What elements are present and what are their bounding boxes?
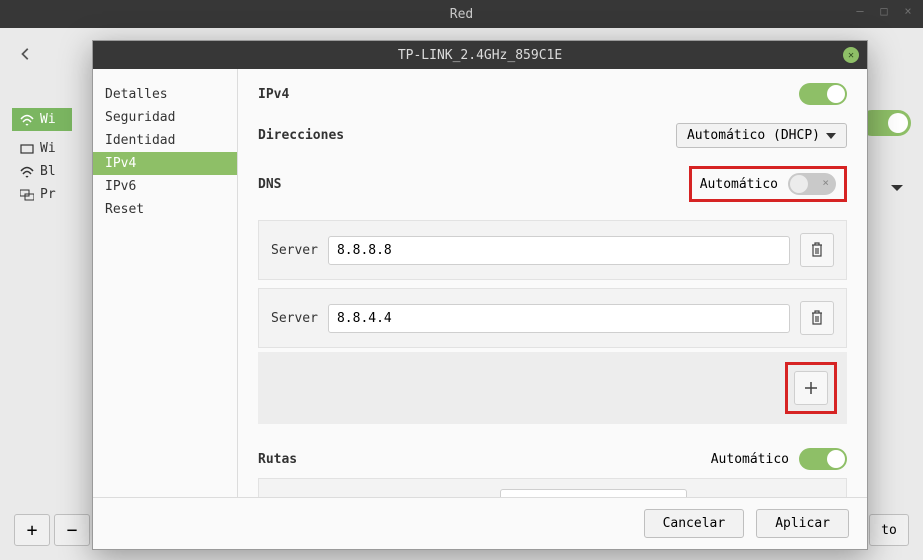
- dns-server-input[interactable]: [328, 236, 790, 265]
- sidebar-item-wifi-active[interactable]: Wi: [12, 108, 72, 131]
- server-label: Server: [271, 243, 318, 258]
- window-buttons: – □ ×: [853, 4, 915, 18]
- parent-title: Red: [450, 7, 473, 22]
- addresses-dropdown[interactable]: Automático (DHCP): [676, 123, 847, 148]
- ipv4-heading: IPv4: [258, 87, 289, 102]
- add-server-button[interactable]: [794, 371, 828, 405]
- dns-auto-toggle[interactable]: ×: [788, 173, 836, 195]
- sidebar-label: Bl: [40, 164, 56, 179]
- routes-input-row: Address: [258, 478, 847, 497]
- dns-server-input[interactable]: [328, 304, 790, 333]
- sidebar-item[interactable]: Bl: [12, 160, 72, 183]
- dialog-footer: Cancelar Aplicar: [93, 497, 867, 549]
- server-label: Server: [271, 311, 318, 326]
- cancel-button[interactable]: Cancelar: [644, 509, 745, 538]
- tab-ipv4[interactable]: IPv4: [93, 152, 237, 175]
- rutas-auto-toggle[interactable]: [799, 448, 847, 470]
- plus-icon: [804, 381, 818, 395]
- add-server-row: [258, 352, 847, 424]
- bottom-toolbar: + −: [14, 514, 90, 546]
- maximize-icon[interactable]: □: [877, 4, 891, 18]
- proxy-icon: [20, 189, 34, 201]
- close-icon[interactable]: ✕: [843, 47, 859, 63]
- tab-identity[interactable]: Identidad: [93, 129, 237, 152]
- delete-server-button[interactable]: [800, 233, 834, 267]
- device-icon: [20, 143, 34, 155]
- chevron-down-icon: [826, 132, 836, 140]
- dns-auto-label: Automático: [700, 177, 778, 192]
- dialog-body: Detalles Seguridad Identidad IPv4 IPv6 R…: [93, 69, 867, 497]
- tab-security[interactable]: Seguridad: [93, 106, 237, 129]
- sidebar-item[interactable]: Pr: [12, 183, 72, 206]
- dns-server-row: Server: [258, 220, 847, 280]
- wifi-icon: [20, 114, 34, 126]
- close-icon[interactable]: ×: [901, 4, 915, 18]
- remove-button[interactable]: −: [54, 514, 90, 546]
- direcciones-label: Direcciones: [258, 128, 344, 143]
- add-button[interactable]: +: [14, 514, 50, 546]
- ipv4-toggle[interactable]: [799, 83, 847, 105]
- rutas-label: Rutas: [258, 452, 297, 467]
- tab-ipv6[interactable]: IPv6: [93, 175, 237, 198]
- sidebar-label: Wi: [40, 141, 56, 156]
- add-highlight: [785, 362, 837, 414]
- connection-dialog: TP-LINK_2.4GHz_859C1E ✕ Detalles Segurid…: [92, 40, 868, 550]
- delete-server-button[interactable]: [800, 301, 834, 335]
- dialog-content: IPv4 Direcciones Automático (DHCP) DNS A…: [238, 69, 867, 497]
- dialog-titlebar: TP-LINK_2.4GHz_859C1E ✕: [93, 41, 867, 69]
- address-label: Address: [436, 496, 491, 497]
- parent-titlebar: Red – □ ×: [0, 0, 923, 28]
- tab-details[interactable]: Detalles: [93, 83, 237, 106]
- apply-button[interactable]: Aplicar: [756, 509, 849, 538]
- sidebar-label: Pr: [40, 187, 56, 202]
- minimize-icon[interactable]: –: [853, 4, 867, 18]
- addresses-value: Automático (DHCP): [687, 128, 820, 143]
- dialog-sidebar: Detalles Seguridad Identidad IPv4 IPv6 R…: [93, 69, 238, 497]
- trash-icon: [810, 310, 824, 326]
- dns-server-row: Server: [258, 288, 847, 348]
- tab-reset[interactable]: Reset: [93, 198, 237, 221]
- dns-auto-highlight: Automático ×: [689, 166, 847, 202]
- trash-icon: [810, 242, 824, 258]
- wifi-icon: [20, 166, 34, 178]
- dns-label: DNS: [258, 177, 281, 192]
- rutas-auto-label: Automático: [711, 452, 789, 467]
- chevron-down-icon[interactable]: [889, 180, 905, 196]
- sidebar-item[interactable]: Wi: [12, 137, 72, 160]
- sidebar-label: Wi: [40, 112, 56, 127]
- back-button[interactable]: [12, 40, 40, 68]
- route-address-input[interactable]: [500, 489, 687, 497]
- dialog-title: TP-LINK_2.4GHz_859C1E: [398, 48, 562, 63]
- fragment-button[interactable]: to: [869, 514, 909, 546]
- routes-section: Rutas Automático Address: [258, 448, 847, 497]
